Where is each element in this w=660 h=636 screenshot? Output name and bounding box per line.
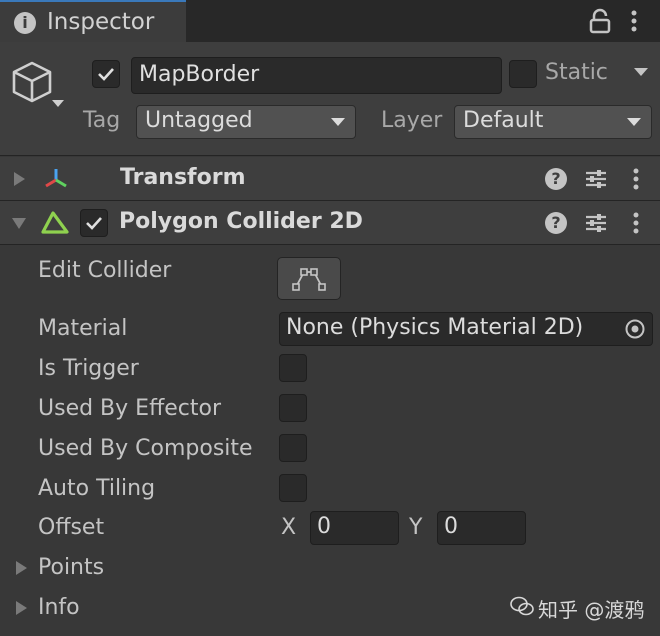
lock-icon[interactable] bbox=[588, 8, 612, 34]
fold-down-icon[interactable] bbox=[12, 218, 26, 229]
static-label: Static bbox=[545, 60, 608, 85]
kebab-menu-icon[interactable] bbox=[628, 8, 640, 34]
offset-y-label: Y bbox=[409, 515, 423, 540]
offset-x-field[interactable]: 0 bbox=[310, 511, 399, 545]
watermark-text: 知乎 @渡鸦 bbox=[538, 598, 645, 622]
fold-right-icon[interactable] bbox=[14, 172, 25, 186]
info-icon: i bbox=[14, 12, 36, 34]
info-foldout[interactable]: Info bbox=[38, 595, 80, 620]
layer-value: Default bbox=[463, 108, 544, 133]
help-icon[interactable]: ? bbox=[545, 168, 567, 190]
preset-sliders-icon[interactable] bbox=[584, 211, 608, 235]
static-checkbox[interactable] bbox=[509, 60, 537, 88]
layer-dropdown[interactable]: Default bbox=[454, 105, 652, 139]
used-by-effector-label: Used By Effector bbox=[38, 396, 221, 421]
cube-icon[interactable] bbox=[12, 60, 64, 112]
is-trigger-checkbox[interactable] bbox=[279, 354, 307, 382]
fold-right-icon[interactable] bbox=[16, 561, 27, 575]
offset-x-label: X bbox=[281, 515, 297, 540]
checkmark-icon bbox=[86, 217, 102, 230]
collider-title: Polygon Collider 2D bbox=[119, 209, 363, 234]
active-checkbox[interactable] bbox=[92, 60, 120, 88]
edit-collider-label: Edit Collider bbox=[38, 258, 172, 283]
layer-label: Layer bbox=[381, 108, 443, 133]
tab-label: Inspector bbox=[47, 9, 155, 35]
object-picker-icon[interactable] bbox=[624, 318, 646, 340]
tab-inspector[interactable]: i Inspector bbox=[0, 0, 186, 42]
tag-value: Untagged bbox=[145, 108, 253, 133]
auto-tiling-checkbox[interactable] bbox=[279, 474, 307, 502]
fold-right-icon[interactable] bbox=[16, 601, 27, 615]
tag-label: Tag bbox=[83, 108, 121, 133]
offset-y-field[interactable]: 0 bbox=[437, 511, 526, 545]
name-field[interactable]: MapBorder bbox=[131, 57, 502, 94]
material-label: Material bbox=[38, 316, 128, 341]
material-value: None (Physics Material 2D) bbox=[286, 315, 584, 340]
edit-shape-icon bbox=[292, 268, 326, 291]
transform-axes-icon bbox=[45, 169, 67, 188]
kebab-menu-icon[interactable] bbox=[630, 210, 642, 236]
edit-collider-button[interactable] bbox=[277, 257, 341, 300]
polygon-collider-icon bbox=[41, 211, 69, 234]
transform-title: Transform bbox=[120, 165, 246, 190]
chevron-down-icon bbox=[627, 118, 641, 126]
used-by-composite-label: Used By Composite bbox=[38, 436, 253, 461]
points-foldout[interactable]: Points bbox=[38, 555, 104, 580]
is-trigger-label: Is Trigger bbox=[38, 356, 139, 381]
collider-enabled-checkbox[interactable] bbox=[80, 209, 108, 237]
chevron-down-icon bbox=[331, 118, 345, 126]
transform-component-header[interactable]: Transform ? bbox=[0, 157, 660, 201]
help-icon[interactable]: ? bbox=[545, 212, 567, 234]
material-field[interactable]: None (Physics Material 2D) bbox=[279, 312, 653, 346]
tag-dropdown[interactable]: Untagged bbox=[136, 105, 356, 139]
static-dropdown-icon[interactable] bbox=[634, 66, 648, 78]
kebab-menu-icon[interactable] bbox=[630, 166, 642, 192]
checkmark-icon bbox=[98, 68, 114, 81]
wechat-icon bbox=[510, 596, 534, 616]
offset-label: Offset bbox=[38, 515, 105, 540]
collider-component-header[interactable]: Polygon Collider 2D ? bbox=[0, 201, 660, 245]
auto-tiling-label: Auto Tiling bbox=[38, 476, 156, 501]
preset-sliders-icon[interactable] bbox=[584, 167, 608, 191]
used-by-effector-checkbox[interactable] bbox=[279, 394, 307, 422]
used-by-composite-checkbox[interactable] bbox=[279, 434, 307, 462]
